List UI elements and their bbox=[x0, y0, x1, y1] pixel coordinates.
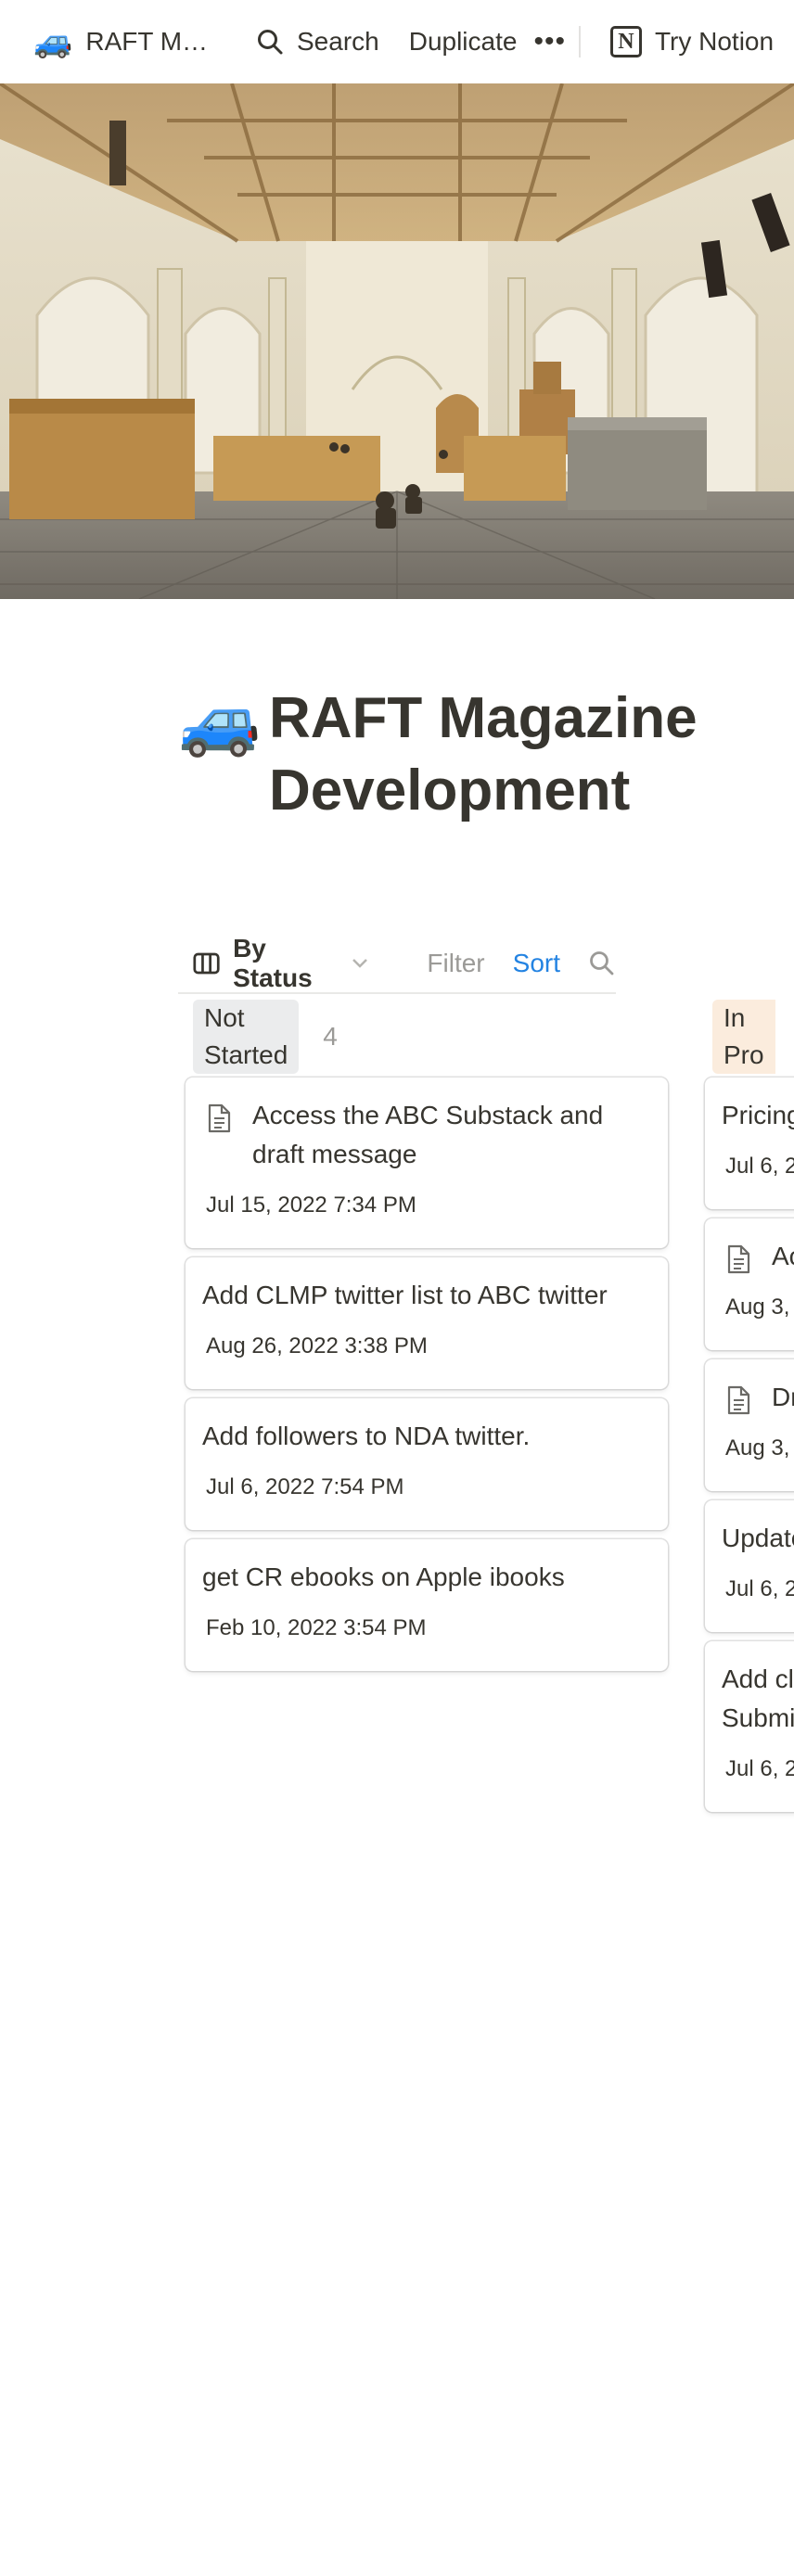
filter-button[interactable]: Filter bbox=[427, 949, 484, 978]
page-title: RAFT Magazine Development bbox=[269, 686, 698, 823]
notion-logo-icon: N bbox=[609, 26, 642, 57]
chevron-down-icon[interactable] bbox=[351, 951, 382, 976]
card-date: Jul 6, 2 bbox=[725, 1576, 794, 1601]
top-bar: 🚙 RAFT M… Search Duplicate ••• N Try Not… bbox=[0, 0, 794, 83]
status-badge: In Pro bbox=[712, 1000, 775, 1074]
view-bar: By Status Filter Sort bbox=[178, 934, 616, 994]
group-header-in-progress: In Pro bbox=[712, 1000, 775, 1074]
view-name: By Status bbox=[233, 934, 313, 992]
card-title: Add followers to NDA twitter. bbox=[202, 1422, 531, 1450]
car-icon: 🚙 bbox=[33, 24, 73, 59]
board-card[interactable]: Update Jul 6, 2 bbox=[705, 1500, 794, 1632]
breadcrumb[interactable]: 🚙 RAFT M… bbox=[33, 23, 210, 60]
sort-button[interactable]: Sort bbox=[513, 949, 560, 978]
church-interior-painting-icon bbox=[0, 83, 794, 599]
more-options-icon[interactable]: ••• bbox=[533, 26, 566, 57]
card-date: Feb 10, 2022 3:54 PM bbox=[206, 1615, 427, 1640]
card-date: Aug 3, bbox=[725, 1435, 790, 1460]
card-title: Dr bbox=[772, 1383, 794, 1411]
card-title: get CR ebooks on Apple ibooks bbox=[202, 1562, 565, 1591]
card-title: Add CLMP twitter list to ABC twitter bbox=[202, 1281, 608, 1309]
view-tab-by-status[interactable]: By Status bbox=[193, 934, 382, 993]
board-view-icon bbox=[193, 952, 220, 975]
board-card[interactable]: get CR ebooks on Apple ibooks Feb 10, 20… bbox=[186, 1539, 668, 1671]
card-title: Ac bbox=[772, 1242, 794, 1270]
board-card[interactable]: Dr Aug 3, bbox=[705, 1359, 794, 1491]
board-card[interactable]: Access the ABC Substack and draft messag… bbox=[186, 1078, 668, 1248]
card-date: Aug 26, 2022 3:38 PM bbox=[206, 1333, 428, 1358]
card-date: Jul 6, 2 bbox=[725, 1154, 794, 1179]
search-label: Search bbox=[297, 27, 379, 56]
try-notion-label: Try Notion bbox=[654, 27, 775, 56]
board-card[interactable]: Add cl Submi Jul 6, 2 bbox=[705, 1641, 794, 1812]
card-date: Jul 6, 2022 7:54 PM bbox=[206, 1474, 404, 1499]
board-card[interactable]: Add CLMP twitter list to ABC twitter Aug… bbox=[186, 1257, 668, 1389]
page-document-icon bbox=[208, 1103, 231, 1133]
board-card[interactable]: Add followers to NDA twitter. Jul 6, 202… bbox=[186, 1398, 668, 1530]
board-card[interactable]: Ac Aug 3, bbox=[705, 1218, 794, 1350]
group-count: 4 bbox=[323, 1022, 338, 1051]
board-card[interactable]: Pricing Jul 6, 2 bbox=[705, 1078, 794, 1209]
card-title: Update bbox=[722, 1524, 794, 1552]
breadcrumb-title: RAFT M… bbox=[85, 27, 209, 56]
search-icon[interactable] bbox=[588, 950, 616, 977]
page-icon: 🚙 bbox=[178, 684, 262, 759]
search-button[interactable]: Search bbox=[256, 27, 379, 57]
topbar-divider bbox=[578, 26, 581, 57]
card-title: Pricing bbox=[722, 1101, 794, 1129]
cover-image bbox=[0, 83, 794, 599]
page-document-icon bbox=[727, 1385, 750, 1415]
card-title: Add cl Submi bbox=[722, 1664, 794, 1732]
status-badge: Not Started bbox=[193, 1000, 300, 1074]
search-icon bbox=[258, 30, 283, 55]
try-notion-button[interactable]: N Try Notion bbox=[609, 26, 775, 57]
card-date: Jul 6, 2 bbox=[725, 1756, 794, 1781]
card-title: Access the ABC Substack and draft messag… bbox=[252, 1101, 604, 1168]
group-header-not-started: Not Started 4 bbox=[193, 1000, 338, 1074]
card-date: Jul 15, 2022 7:34 PM bbox=[206, 1192, 416, 1218]
card-date: Aug 3, bbox=[725, 1294, 790, 1320]
page-document-icon bbox=[727, 1244, 750, 1274]
duplicate-button[interactable]: Duplicate bbox=[409, 27, 518, 57]
